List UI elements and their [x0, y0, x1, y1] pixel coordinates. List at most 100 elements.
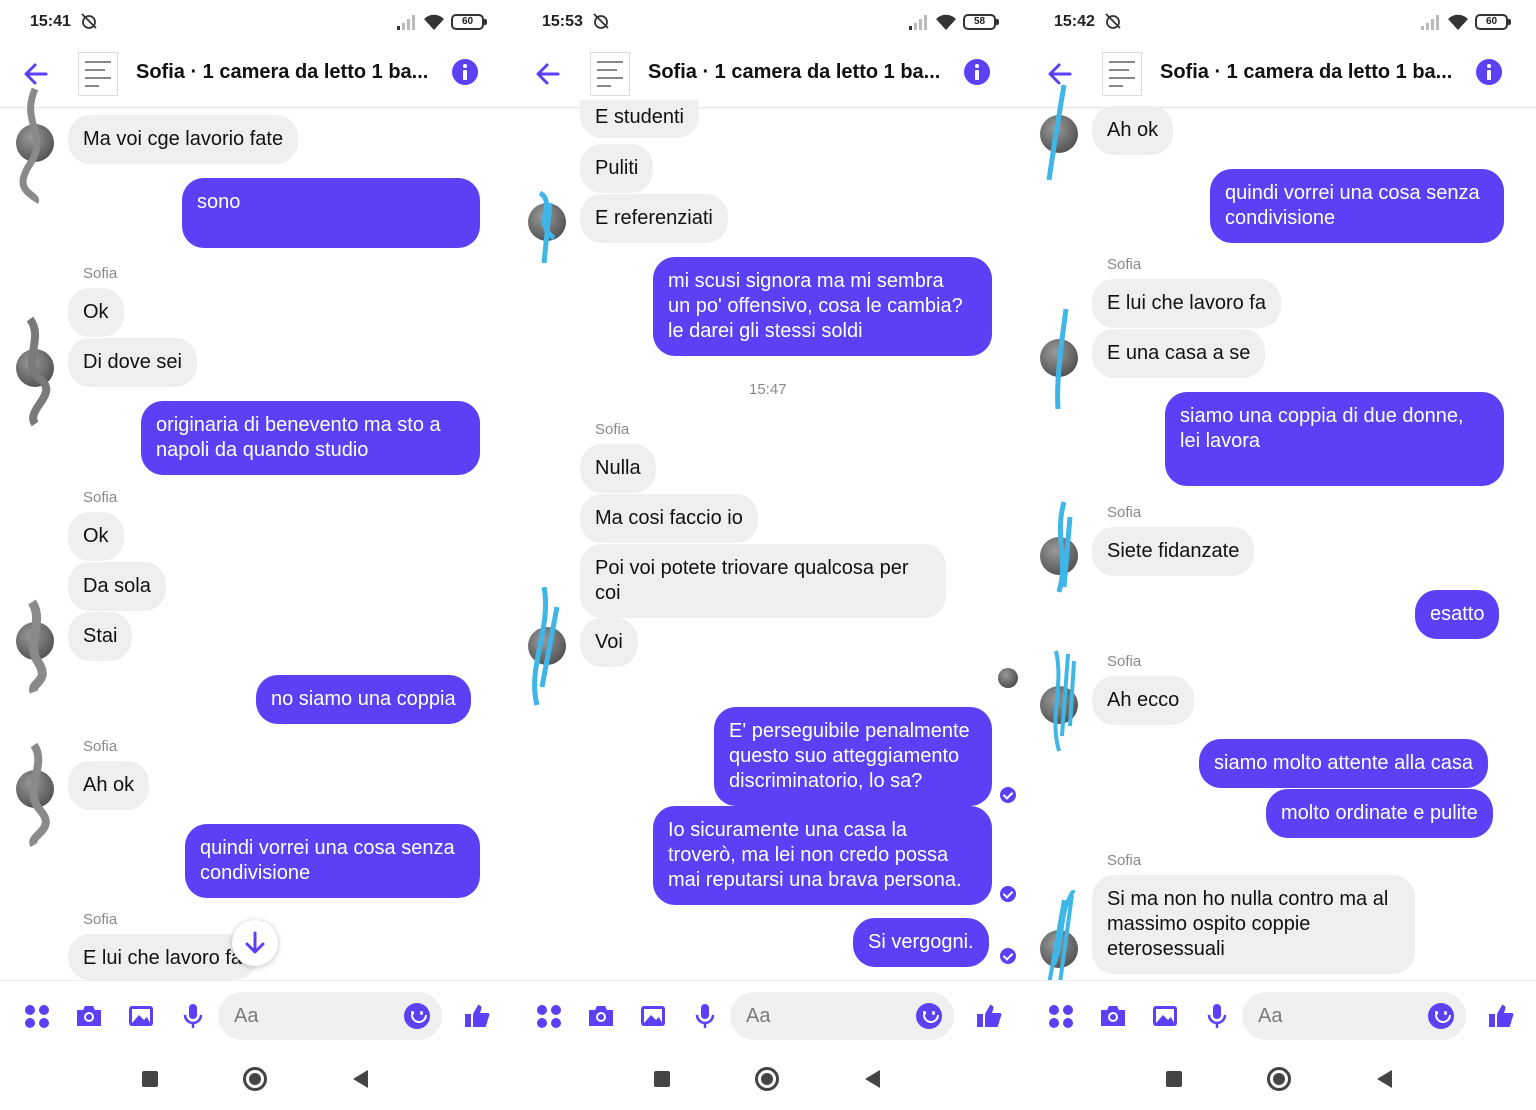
- conversation-title[interactable]: Sofia · 1 camera da letto 1 ba...: [136, 61, 428, 84]
- battery-indicator: 60: [451, 14, 487, 30]
- camera-icon[interactable]: [586, 1001, 616, 1031]
- signal-icon: [1421, 15, 1439, 30]
- sender-label: Sofia: [1107, 256, 1142, 273]
- delivered-check-icon: [1000, 948, 1016, 964]
- outgoing-message: esatto: [1415, 590, 1500, 639]
- incoming-message: Puliti: [580, 144, 654, 193]
- incoming-message: Nulla: [580, 444, 656, 493]
- camera-icon[interactable]: [74, 1001, 104, 1031]
- status-bar: 15:53 58: [512, 0, 1024, 44]
- incoming-message: Ok: [68, 512, 124, 561]
- emoji-icon[interactable]: [1428, 1003, 1454, 1029]
- listing-thumbnail[interactable]: [590, 52, 630, 96]
- delivered-check-icon: [1000, 886, 1016, 902]
- status-bar: 15:42 60: [1024, 0, 1536, 44]
- recents-button[interactable]: [142, 1071, 158, 1087]
- microphone-icon[interactable]: [690, 1001, 720, 1031]
- chat-header: Sofia · 1 camera da letto 1 ba...: [512, 44, 1024, 108]
- scroll-to-bottom-button[interactable]: [232, 920, 278, 966]
- redaction-block: [1180, 454, 1386, 478]
- chat-screen-1: 15:41 60 Sofia · 1 camera da letto 1 ba.…: [0, 0, 512, 1110]
- info-icon[interactable]: [452, 59, 478, 85]
- system-nav-bar: [512, 1050, 1024, 1110]
- signal-icon: [909, 15, 927, 30]
- wifi-icon: [424, 14, 444, 30]
- back-arrow-icon[interactable]: [532, 58, 564, 90]
- status-time: 15:41: [30, 13, 71, 30]
- contact-avatar[interactable]: [1040, 890, 1078, 991]
- info-icon[interactable]: [964, 59, 990, 85]
- incoming-message: Ma cosi faccio io: [580, 494, 758, 543]
- system-back-button[interactable]: [865, 1070, 880, 1088]
- thumbs-up-icon[interactable]: [1486, 1001, 1516, 1031]
- incoming-message: Ah ecco: [1092, 676, 1195, 725]
- emoji-icon[interactable]: [404, 1003, 430, 1029]
- read-receipt-avatar: [998, 668, 1018, 688]
- apps-icon[interactable]: [534, 1001, 564, 1031]
- microphone-icon[interactable]: [178, 1001, 208, 1031]
- contact-avatar[interactable]: [528, 190, 566, 264]
- contact-avatar[interactable]: [16, 87, 54, 204]
- status-time: 15:42: [1054, 13, 1095, 30]
- outgoing-message: quindi vorrei una cosa senza condivision…: [185, 824, 480, 898]
- outgoing-message: quindi vorrei una cosa senza condivision…: [1210, 169, 1504, 243]
- incoming-message: E lui che lavoro fa: [68, 934, 257, 980]
- incoming-message: E referenziati: [580, 194, 728, 243]
- home-button[interactable]: [1267, 1067, 1291, 1091]
- redaction-block: [244, 190, 474, 214]
- emoji-icon[interactable]: [916, 1003, 942, 1029]
- conversation-title[interactable]: Sofia · 1 camera da letto 1 ba...: [648, 61, 940, 84]
- thumbs-up-icon[interactable]: [462, 1001, 492, 1031]
- gallery-icon[interactable]: [1150, 1001, 1180, 1031]
- camera-icon[interactable]: [1098, 1001, 1128, 1031]
- status-bar: 15:41 60: [0, 0, 512, 44]
- contact-avatar[interactable]: [16, 316, 54, 427]
- chat-header: Sofia · 1 camera da letto 1 ba...: [0, 44, 512, 108]
- contact-avatar[interactable]: [1040, 501, 1078, 593]
- outgoing-message: originaria di benevento ma sto a napoli …: [141, 401, 480, 475]
- listing-thumbnail[interactable]: [1102, 52, 1142, 96]
- home-button[interactable]: [755, 1067, 779, 1091]
- redaction-block: [1270, 430, 1498, 450]
- sender-label: Sofia: [83, 738, 118, 755]
- system-back-button[interactable]: [1377, 1070, 1392, 1088]
- alarm-off-icon: [81, 13, 97, 29]
- sender-label: Sofia: [83, 489, 118, 506]
- incoming-message: Da sola: [68, 562, 166, 611]
- apps-icon[interactable]: [22, 1001, 52, 1031]
- thumbs-up-icon[interactable]: [974, 1001, 1004, 1031]
- sender-label: Sofia: [83, 911, 118, 928]
- incoming-message: Voi: [580, 618, 638, 667]
- recents-button[interactable]: [654, 1071, 670, 1087]
- alarm-off-icon: [593, 13, 609, 29]
- contact-avatar[interactable]: [16, 742, 54, 848]
- delivered-check-icon: [1000, 787, 1016, 803]
- gallery-icon[interactable]: [638, 1001, 668, 1031]
- info-icon[interactable]: [1476, 59, 1502, 85]
- microphone-icon[interactable]: [1202, 1001, 1232, 1031]
- contact-avatar[interactable]: [16, 599, 54, 694]
- wifi-icon: [1448, 14, 1468, 30]
- arrow-down-icon: [245, 931, 265, 954]
- system-back-button[interactable]: [353, 1070, 368, 1088]
- outgoing-message: molto ordinate e pulite: [1266, 789, 1493, 838]
- contact-avatar[interactable]: [528, 587, 566, 706]
- message-composer: [1024, 980, 1536, 1050]
- home-button[interactable]: [243, 1067, 267, 1091]
- conversation-title[interactable]: Sofia · 1 camera da letto 1 ba...: [1160, 61, 1452, 84]
- incoming-message: Stai: [68, 612, 133, 661]
- contact-avatar[interactable]: [1040, 308, 1078, 410]
- listing-thumbnail[interactable]: [78, 52, 118, 96]
- chat-screen-3: 15:42 60 Sofia · 1 camera da letto 1 ba.…: [1024, 0, 1536, 1110]
- outgoing-message: siamo molto attente alla casa: [1199, 739, 1489, 788]
- wifi-icon: [936, 14, 956, 30]
- redaction-block: [194, 218, 306, 244]
- contact-avatar[interactable]: [1040, 84, 1078, 181]
- recents-button[interactable]: [1166, 1071, 1182, 1087]
- system-nav-bar: [0, 1050, 512, 1110]
- contact-avatar[interactable]: [1040, 650, 1078, 752]
- gallery-icon[interactable]: [126, 1001, 156, 1031]
- incoming-message: E lui che lavoro fa: [1092, 279, 1281, 328]
- apps-icon[interactable]: [1046, 1001, 1076, 1031]
- message-composer: [0, 980, 512, 1050]
